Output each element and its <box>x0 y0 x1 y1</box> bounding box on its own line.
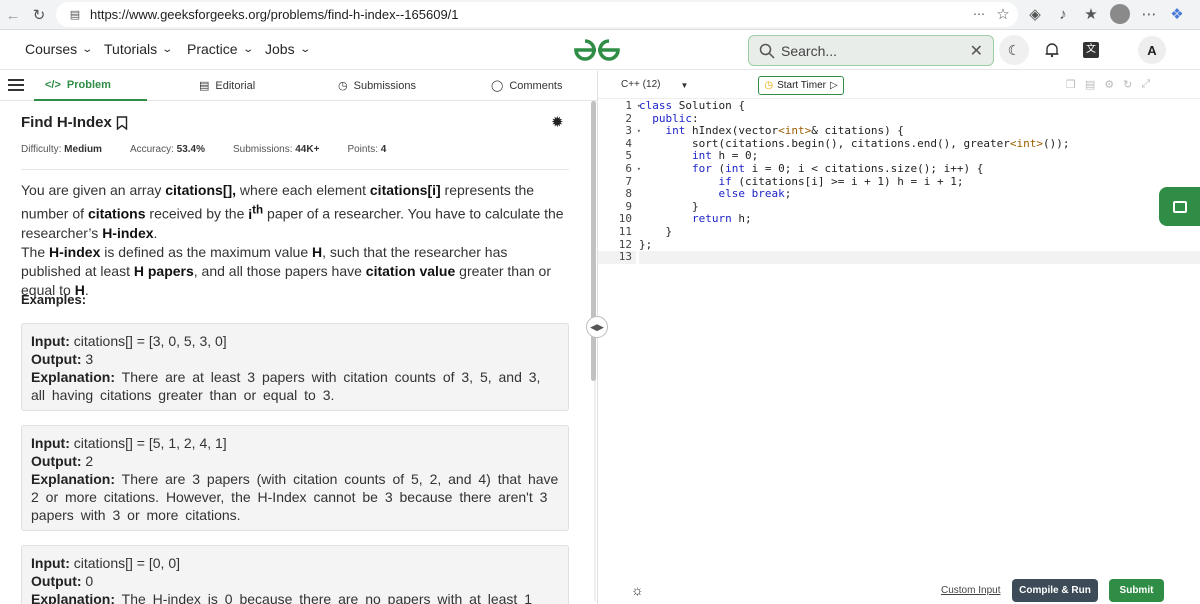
document-icon: ▤ <box>199 80 210 92</box>
settings-icon[interactable]: ⚙ <box>1104 78 1114 91</box>
translate-button[interactable]: 文 <box>1076 35 1106 65</box>
menu-icon[interactable] <box>8 76 24 92</box>
editor-panel: C++ (12) ▼ ◷ Start Timer ▷ ❐ ▤ ⚙ ↻ ⤢ 1 ▾ … <box>598 71 1200 604</box>
menu-dots-icon[interactable]: ⋯ <box>1140 5 1158 23</box>
tab-problem[interactable]: </> Problem <box>45 79 111 91</box>
difficulty-value: Medium <box>64 144 102 155</box>
search-box[interactable]: Search... ✕ <box>748 35 994 66</box>
chevron-down-icon: ⌄ <box>241 43 254 55</box>
problem-title-row: Find H-Index <box>21 114 128 131</box>
compile-run-button[interactable]: Compile & Run <box>1012 579 1098 602</box>
editor-toolbar: C++ (12) ▼ ◷ Start Timer ▷ ❐ ▤ ⚙ ↻ ⤢ <box>598 71 1200 99</box>
nav-jobs[interactable]: Jobs ⌄ <box>265 41 311 57</box>
custom-input-link[interactable]: Custom Input <box>941 585 1000 596</box>
example-box-1: Input: citations[] = [3, 0, 5, 3, 0] Out… <box>21 323 569 411</box>
start-timer-button[interactable]: ◷ Start Timer ▷ <box>758 76 844 95</box>
file-icon[interactable]: ▤ <box>1085 78 1095 91</box>
dark-mode-toggle[interactable]: ☾ <box>999 35 1029 65</box>
more-icon[interactable]: ⋯ <box>970 5 988 23</box>
divider <box>21 169 569 170</box>
reload-icon[interactable]: ↻ <box>30 6 48 24</box>
chevron-down-icon: ⌄ <box>298 43 311 55</box>
tab-comments[interactable]: ◯ Comments <box>491 79 563 93</box>
description-paragraph-2: The H-index is defined as the maximum va… <box>21 243 551 298</box>
problem-tabs: </> Problem ▤ Editorial ◷ Submissions ◯ … <box>0 71 597 101</box>
editor-tools: ❐ ▤ ⚙ ↻ ⤢ <box>1066 78 1150 91</box>
read-aloud-icon[interactable]: ♪ <box>1054 5 1072 23</box>
notifications-button[interactable] <box>1037 35 1067 65</box>
search-icon <box>759 43 775 59</box>
copilot-icon[interactable]: ❖ <box>1168 5 1186 23</box>
play-icon: ▷ <box>829 80 838 91</box>
nav-tutorials[interactable]: Tutorials ⌄ <box>104 41 174 57</box>
examples-heading: Examples: <box>21 292 87 307</box>
scrollbar-thumb[interactable] <box>591 101 596 381</box>
chevron-down-icon: ⌄ <box>81 43 94 55</box>
problem-meta: Difficulty: Medium Accuracy: 53.4% Submi… <box>21 144 387 155</box>
url-text: https://www.geeksforgeeks.org/problems/f… <box>90 7 459 22</box>
dropdown-caret-icon: ▼ <box>680 81 689 90</box>
bookmark-icon[interactable] <box>116 115 128 130</box>
copy-icon[interactable]: ❐ <box>1066 78 1076 91</box>
points-value: 4 <box>380 144 387 155</box>
site-navbar: Courses ⌄ Tutorials ⌄ Practice ⌄ Jobs ⌄ Sear… <box>0 30 1200 70</box>
problem-panel: </> Problem ▤ Editorial ◷ Submissions ◯ … <box>0 71 597 604</box>
clear-search-icon[interactable]: ✕ <box>970 41 983 61</box>
example-box-2: Input: citations[] = [5, 1, 2, 4, 1] Out… <box>21 425 569 531</box>
accuracy-value: 53.4% <box>176 144 205 155</box>
active-tab-indicator <box>34 99 147 101</box>
submit-button[interactable]: Submit <box>1109 579 1164 602</box>
code-editor[interactable]: class Solution { public: int hIndex(vect… <box>639 99 1200 264</box>
address-bar[interactable]: ▤ https://www.geeksforgeeks.org/problems… <box>56 2 1018 27</box>
lightbulb-icon[interactable]: ☼ <box>631 582 644 598</box>
profile-avatar[interactable] <box>1110 4 1130 24</box>
clock-icon: ◷ <box>338 80 348 92</box>
fullscreen-icon[interactable]: ⤢ <box>1141 78 1150 91</box>
code-icon: </> <box>45 79 61 91</box>
timer-icon: ◷ <box>764 80 774 91</box>
chat-button[interactable] <box>1159 187 1200 226</box>
nav-courses[interactable]: Courses ⌄ <box>25 41 94 57</box>
resize-handle-icon[interactable]: ◀▶ <box>586 316 608 338</box>
bell-icon <box>1045 43 1059 58</box>
editor-bottom-bar: ☼ Custom Input Compile & Run Submit <box>598 576 1200 604</box>
language-select[interactable]: C++ (12) ▼ <box>621 79 688 90</box>
back-icon[interactable]: ← <box>4 6 22 24</box>
problem-description: You are given an array citations[], wher… <box>21 181 571 300</box>
favorites-icon[interactable]: ★ <box>1082 5 1100 23</box>
translate-icon: 文 <box>1083 42 1099 58</box>
report-bug-icon[interactable]: ✹ <box>551 113 564 131</box>
example-box-3: Input: citations[] = [0, 0] Output: 0 Ex… <box>21 545 569 604</box>
nav-practice[interactable]: Practice ⌄ <box>187 41 254 57</box>
browser-toolbar: ← ↻ ▤ https://www.geeksforgeeks.org/prob… <box>0 0 1200 30</box>
submissions-value: 44K+ <box>295 144 320 155</box>
page-title: Find H-Index <box>21 114 112 131</box>
search-input[interactable]: Search... <box>781 43 970 59</box>
chat-icon <box>1172 200 1187 213</box>
extensions-icon[interactable]: ◈ <box>1026 5 1044 23</box>
gfg-logo-icon[interactable] <box>572 38 622 62</box>
chevron-down-icon: ⌄ <box>161 43 174 55</box>
star-icon[interactable]: ☆ <box>994 5 1012 23</box>
description-paragraph-1: You are given an array citations[], wher… <box>21 182 564 241</box>
tab-editorial[interactable]: ▤ Editorial <box>199 79 255 93</box>
user-avatar[interactable]: A <box>1138 36 1166 64</box>
reset-icon[interactable]: ↻ <box>1123 78 1132 91</box>
comment-icon: ◯ <box>491 80 504 92</box>
site-info-icon[interactable]: ▤ <box>66 6 84 24</box>
moon-icon: ☾ <box>1007 41 1021 58</box>
tab-submissions[interactable]: ◷ Submissions <box>338 79 416 93</box>
